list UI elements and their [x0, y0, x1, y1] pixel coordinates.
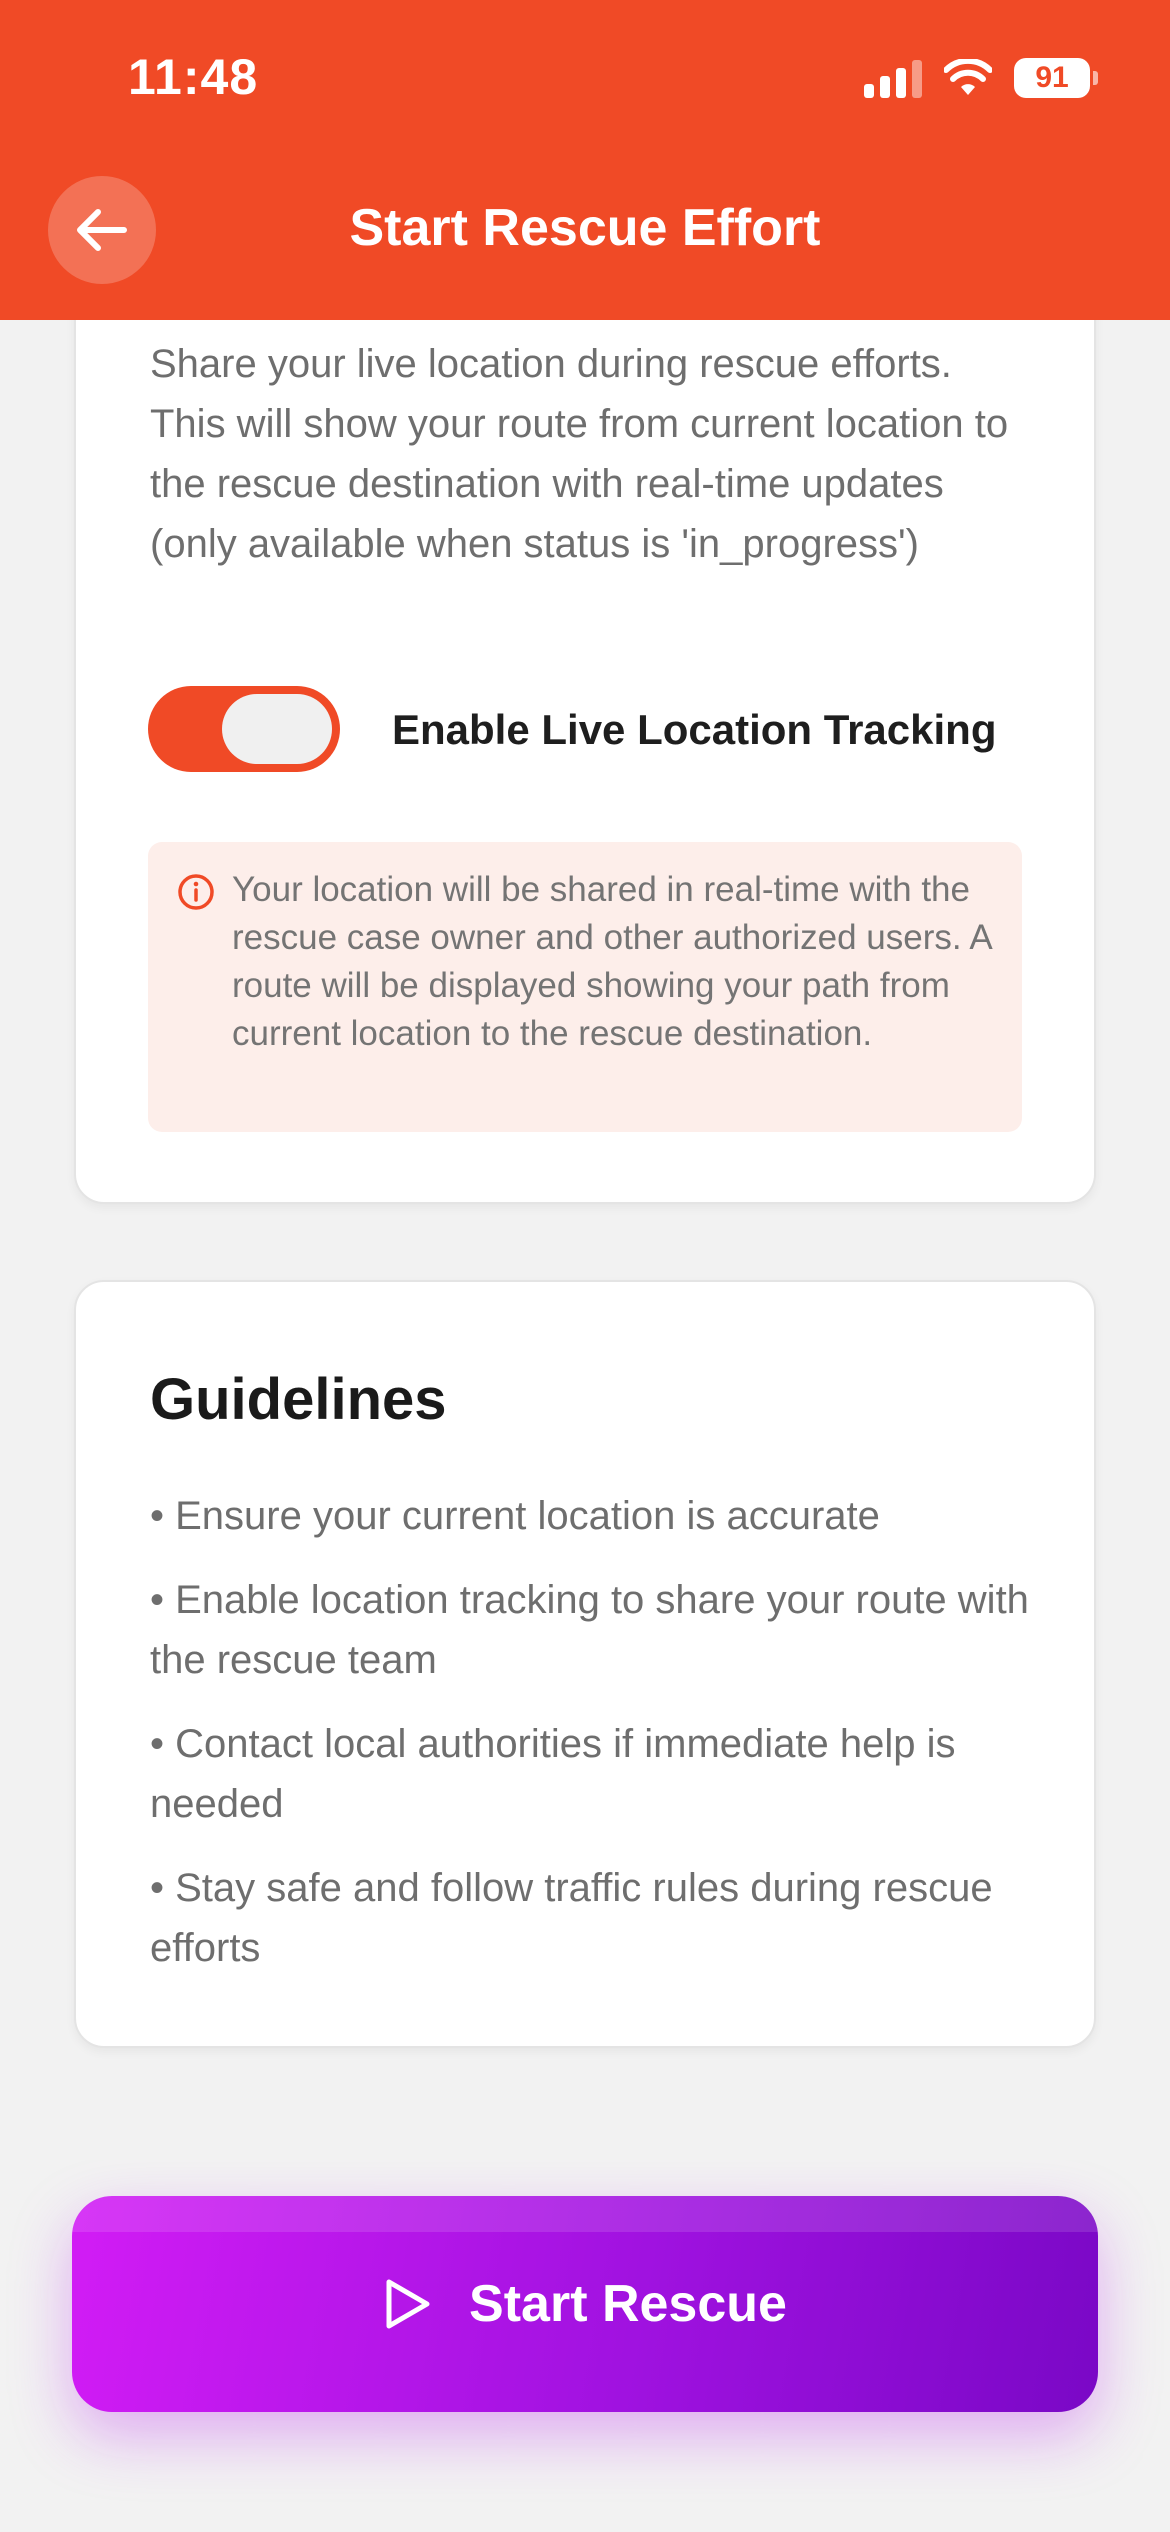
status-time: 11:48	[128, 49, 259, 105]
wifi-icon	[944, 59, 992, 95]
page-title: Start Rescue Effort	[349, 199, 821, 257]
info-box: Your location will be shared in real-tim…	[148, 842, 1022, 1132]
guideline-item: • Enable location tracking to share your…	[150, 1578, 1029, 1682]
guideline-item: • Contact local authorities if immediate…	[150, 1722, 956, 1826]
location-tracking-card: Share your live location during rescue e…	[74, 220, 1096, 1204]
guideline-item: • Stay safe and follow traffic rules dur…	[150, 1866, 993, 1970]
location-description: Share your live location during rescue e…	[150, 342, 1009, 566]
guidelines-card: Guidelines • Ensure your current locatio…	[74, 1280, 1096, 2048]
app-screen: 11:48 91 Start Rescue Effort Share your …	[0, 0, 1170, 2532]
guidelines-title: Guidelines	[150, 1367, 447, 1432]
status-icons: 91	[864, 56, 1098, 100]
toggle-label: Enable Live Location Tracking	[392, 706, 997, 753]
battery-icon: 91	[1014, 58, 1098, 98]
info-icon	[178, 874, 214, 910]
guidelines-list: • Ensure your current location is accura…	[150, 1486, 1050, 2002]
start-rescue-label: Start Rescue	[469, 2275, 787, 2333]
live-location-toggle[interactable]	[148, 686, 340, 772]
header-bar: 11:48 91 Start Rescue Effort	[0, 0, 1170, 320]
toggle-knob	[222, 694, 332, 764]
start-rescue-button[interactable]: Start Rescue	[72, 2196, 1098, 2412]
info-text: Your location will be shared in real-tim…	[232, 870, 991, 1053]
signal-icon	[864, 58, 922, 98]
guideline-item: • Ensure your current location is accura…	[150, 1494, 880, 1538]
play-icon	[386, 2279, 430, 2329]
